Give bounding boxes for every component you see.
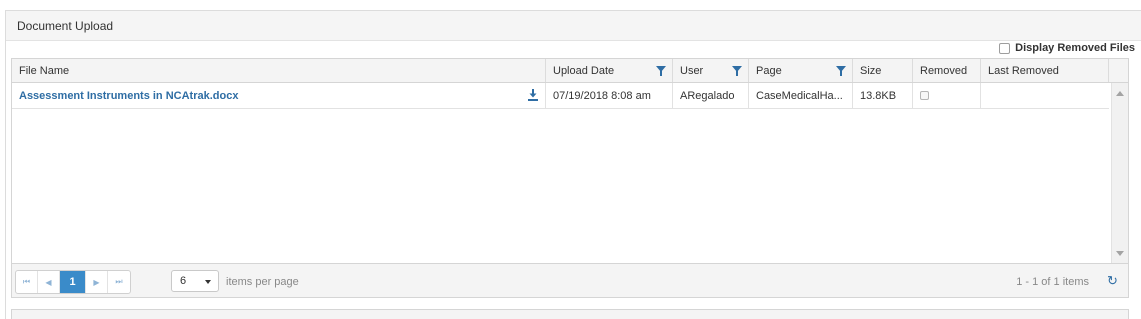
- pagination-buttons: ⏮ ◀ 1 ▶ ⏭: [15, 270, 131, 294]
- grid-header: File Name Upload Date User Page Size Rem…: [12, 59, 1128, 83]
- column-header-size[interactable]: Size: [853, 59, 913, 82]
- documents-grid: File Name Upload Date User Page Size Rem…: [11, 58, 1129, 298]
- page-size-select[interactable]: 6: [171, 270, 219, 292]
- page-size-value: 6: [180, 275, 187, 287]
- items-per-page-label: items per page: [226, 276, 299, 288]
- previous-page-button[interactable]: ◀: [38, 271, 60, 293]
- display-removed-files-toggle[interactable]: Display Removed Files: [999, 42, 1135, 54]
- first-page-icon: ⏮: [22, 277, 31, 286]
- column-label: Size: [860, 64, 882, 77]
- chevron-down-icon: [205, 280, 211, 284]
- next-page-icon: ▶: [93, 277, 100, 287]
- cell-page: CaseMedicalHa...: [749, 83, 853, 108]
- column-label: Page: [756, 64, 782, 77]
- column-header-user[interactable]: User: [673, 59, 749, 82]
- scroll-down-icon[interactable]: [1116, 251, 1124, 256]
- table-row: Assessment Instruments in NCAtrak.docx 0…: [12, 83, 1109, 109]
- column-header-removed[interactable]: Removed: [913, 59, 981, 82]
- filter-icon[interactable]: [732, 66, 742, 76]
- cell-removed: [913, 83, 981, 108]
- removed-checkbox[interactable]: [920, 91, 929, 100]
- download-icon[interactable]: [528, 89, 538, 101]
- display-removed-checkbox[interactable]: [999, 42, 1011, 54]
- pager: ⏮ ◀ 1 ▶ ⏭ 6 items per page 1 - 1 of 1 it…: [12, 263, 1128, 297]
- column-label: File Name: [19, 64, 70, 77]
- file-name-link[interactable]: Assessment Instruments in NCAtrak.docx: [19, 90, 238, 102]
- last-page-icon: ⏭: [115, 277, 123, 286]
- column-label: Upload Date: [553, 64, 615, 77]
- next-page-button[interactable]: ▶: [86, 271, 108, 293]
- column-header-file-name[interactable]: File Name: [12, 59, 546, 82]
- cell-last-removed: [981, 83, 1109, 108]
- scroll-up-icon[interactable]: [1116, 91, 1124, 96]
- cell-user: ARegalado: [673, 83, 749, 108]
- cell-upload-date: 07/19/2018 8:08 am: [546, 83, 673, 108]
- pager-info: 1 - 1 of 1 items: [1016, 276, 1089, 288]
- filter-icon[interactable]: [836, 66, 846, 76]
- cell-size: 13.8KB: [853, 83, 913, 108]
- column-label: Removed: [920, 64, 968, 77]
- panel-footer: [11, 309, 1129, 319]
- current-page-button[interactable]: 1: [60, 271, 86, 293]
- filter-icon[interactable]: [656, 66, 666, 76]
- panel-title: Document Upload: [6, 11, 1141, 41]
- column-header-page[interactable]: Page: [749, 59, 853, 82]
- last-page-button[interactable]: ⏭: [108, 271, 130, 293]
- column-header-upload-date[interactable]: Upload Date: [546, 59, 673, 82]
- previous-page-icon: ◀: [45, 277, 52, 287]
- column-label: Last Removed: [988, 64, 1059, 77]
- first-page-button[interactable]: ⏮: [16, 271, 38, 293]
- column-header-last-removed[interactable]: Last Removed: [981, 59, 1109, 82]
- refresh-icon[interactable]: ↻: [1107, 274, 1119, 287]
- grid-body: Assessment Instruments in NCAtrak.docx 0…: [12, 83, 1128, 264]
- vertical-scrollbar[interactable]: [1111, 83, 1128, 264]
- column-label: User: [680, 64, 704, 77]
- cell-file-name: Assessment Instruments in NCAtrak.docx: [12, 83, 546, 108]
- display-removed-label: Display Removed Files: [1015, 42, 1135, 54]
